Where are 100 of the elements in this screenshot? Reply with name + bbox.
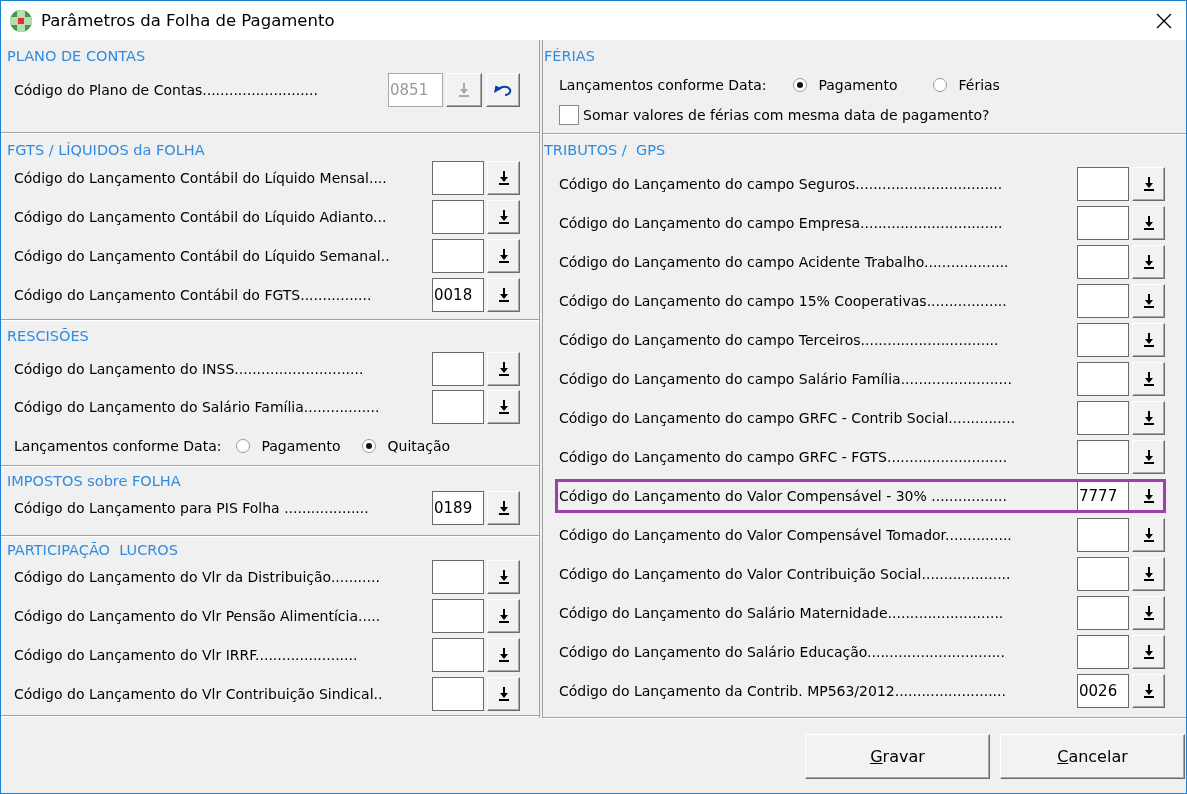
radio-button[interactable] [933, 78, 948, 92]
code-input[interactable] [1077, 596, 1129, 630]
download-icon [498, 249, 509, 263]
code-input[interactable]: 0018 [432, 278, 484, 312]
lookup-button[interactable] [1132, 401, 1165, 435]
download-icon [459, 83, 469, 97]
download-icon [498, 288, 509, 302]
field-label: Código do Lançamento do campo Seguros................................. [559, 176, 1003, 192]
lookup-button[interactable] [1132, 440, 1165, 474]
download-icon [1143, 450, 1154, 464]
lookup-button[interactable] [1132, 596, 1165, 630]
code-input[interactable] [1077, 167, 1129, 201]
code-input[interactable] [1077, 284, 1129, 318]
field-label: Código do Lançamento do campo GRFC - FGTS........................... [559, 449, 1008, 465]
lookup-button[interactable] [1132, 206, 1165, 240]
field-label: Código do Lançamento Contábil do Líquido Semanal.. [14, 248, 390, 264]
field-label: Código do Lançamento do campo GRFC - Contrib Social............... [559, 410, 1016, 426]
code-input[interactable]: 0026 [1077, 674, 1129, 708]
app-logo-icon [10, 9, 32, 32]
dialog-button[interactable]: Gravar [805, 734, 990, 779]
code-input[interactable] [1077, 557, 1129, 591]
code-input[interactable] [1077, 440, 1129, 474]
download-icon [1143, 684, 1154, 698]
code-input[interactable] [1077, 245, 1129, 279]
download-icon [1143, 411, 1154, 425]
lookup-button[interactable] [487, 390, 520, 424]
close-button[interactable] [1156, 12, 1172, 29]
field-label: Código do Lançamento do Salário Família................. [14, 399, 380, 415]
field-label: Código do Lançamento do campo Terceiros............................... [559, 332, 999, 348]
field-label: Código do Lançamento do Valor Contribuição Social.................... [559, 566, 1011, 582]
code-input[interactable] [432, 200, 484, 234]
code-input[interactable] [432, 390, 484, 424]
window-title: Parâmetros da Folha de Pagamento [41, 11, 335, 30]
field-label: Código do Lançamento do campo Salário Família......................... [559, 371, 1012, 387]
radio-button[interactable] [236, 439, 251, 453]
download-icon [1143, 177, 1154, 191]
lookup-button[interactable] [487, 560, 520, 594]
code-input[interactable] [1077, 635, 1129, 669]
code-input[interactable] [432, 239, 484, 273]
download-icon [1143, 567, 1154, 581]
lookup-button[interactable] [1132, 518, 1165, 552]
lookup-button[interactable] [487, 200, 520, 234]
lookup-button[interactable] [487, 599, 520, 633]
code-input[interactable] [1077, 362, 1129, 396]
lookup-button[interactable] [487, 278, 520, 312]
code-input[interactable] [432, 352, 484, 386]
lookup-button[interactable] [1132, 557, 1165, 591]
download-icon [498, 570, 509, 584]
radio-label: Férias [958, 77, 1000, 93]
code-input[interactable] [1077, 206, 1129, 240]
code-input[interactable] [432, 599, 484, 633]
checkbox[interactable] [559, 105, 579, 125]
field-label: Código do Lançamento do Vlr Contribuição Sindical.. [14, 686, 383, 702]
code-input[interactable] [432, 161, 484, 195]
checkbox-label: Somar valores de férias com mesma data de pagamento? [583, 107, 990, 123]
lookup-button[interactable] [1132, 362, 1165, 396]
code-input[interactable] [1077, 401, 1129, 435]
code-input[interactable]: 0189 [432, 491, 484, 525]
section-heading: PLANO DE CONTAS [7, 47, 146, 65]
radio-button[interactable] [362, 439, 377, 453]
lookup-button[interactable] [1132, 284, 1165, 318]
download-icon [498, 362, 509, 376]
lookup-button[interactable] [1132, 674, 1165, 708]
lookup-button[interactable] [1132, 167, 1165, 201]
lookup-button[interactable] [487, 352, 520, 386]
field-label: Código do Lançamento para PIS Folha ................... [14, 500, 369, 516]
lookup-button[interactable] [487, 677, 520, 711]
code-input[interactable] [1077, 323, 1129, 357]
download-icon [1143, 216, 1154, 230]
code-input[interactable] [432, 677, 484, 711]
lookup-button[interactable] [1132, 635, 1165, 669]
field-label: Código do Lançamento do Vlr IRRF....................... [14, 647, 358, 663]
field-label: Código do Lançamento do Vlr Pensão Alimentícia..... [14, 608, 381, 624]
undo-button[interactable] [486, 73, 520, 107]
download-icon [1143, 528, 1154, 542]
lookup-button[interactable] [487, 161, 520, 195]
code-input[interactable] [432, 638, 484, 672]
dialog-button[interactable]: Cancelar [1000, 734, 1185, 779]
radio-button[interactable] [793, 78, 808, 92]
section-heading: RESCISÕES [7, 327, 89, 345]
field-label: Código do Lançamento do campo 15% Cooperativas.................. [559, 293, 1007, 309]
lookup-button[interactable] [487, 239, 520, 273]
field-label: Código do Lançamento do Salário Maternidade.......................... [559, 605, 1004, 621]
download-icon [1143, 606, 1154, 620]
field-label: Código do Lançamento da Contrib. MP563/2012......................... [559, 683, 1006, 699]
download-icon [1143, 489, 1154, 503]
radio-label: Pagamento [818, 77, 898, 93]
option-label: Lançamentos conforme Data: [14, 438, 222, 454]
code-input[interactable] [432, 560, 484, 594]
lookup-button[interactable] [1132, 323, 1165, 357]
field-label: Código do Lançamento do Valor Compensável Tomador............... [559, 527, 1012, 543]
field-label: Código do Lançamento do INSS............................. [14, 361, 364, 377]
lookup-button[interactable] [487, 638, 520, 672]
field-label: Código do Lançamento do Vlr da Distribuição........... [14, 569, 380, 585]
lookup-button[interactable] [487, 491, 520, 525]
field-label: Código do Plano de Contas.......................... [14, 82, 318, 98]
close-icon [1156, 12, 1172, 29]
download-icon [498, 400, 509, 414]
code-input[interactable] [1077, 518, 1129, 552]
lookup-button[interactable] [1132, 245, 1165, 279]
